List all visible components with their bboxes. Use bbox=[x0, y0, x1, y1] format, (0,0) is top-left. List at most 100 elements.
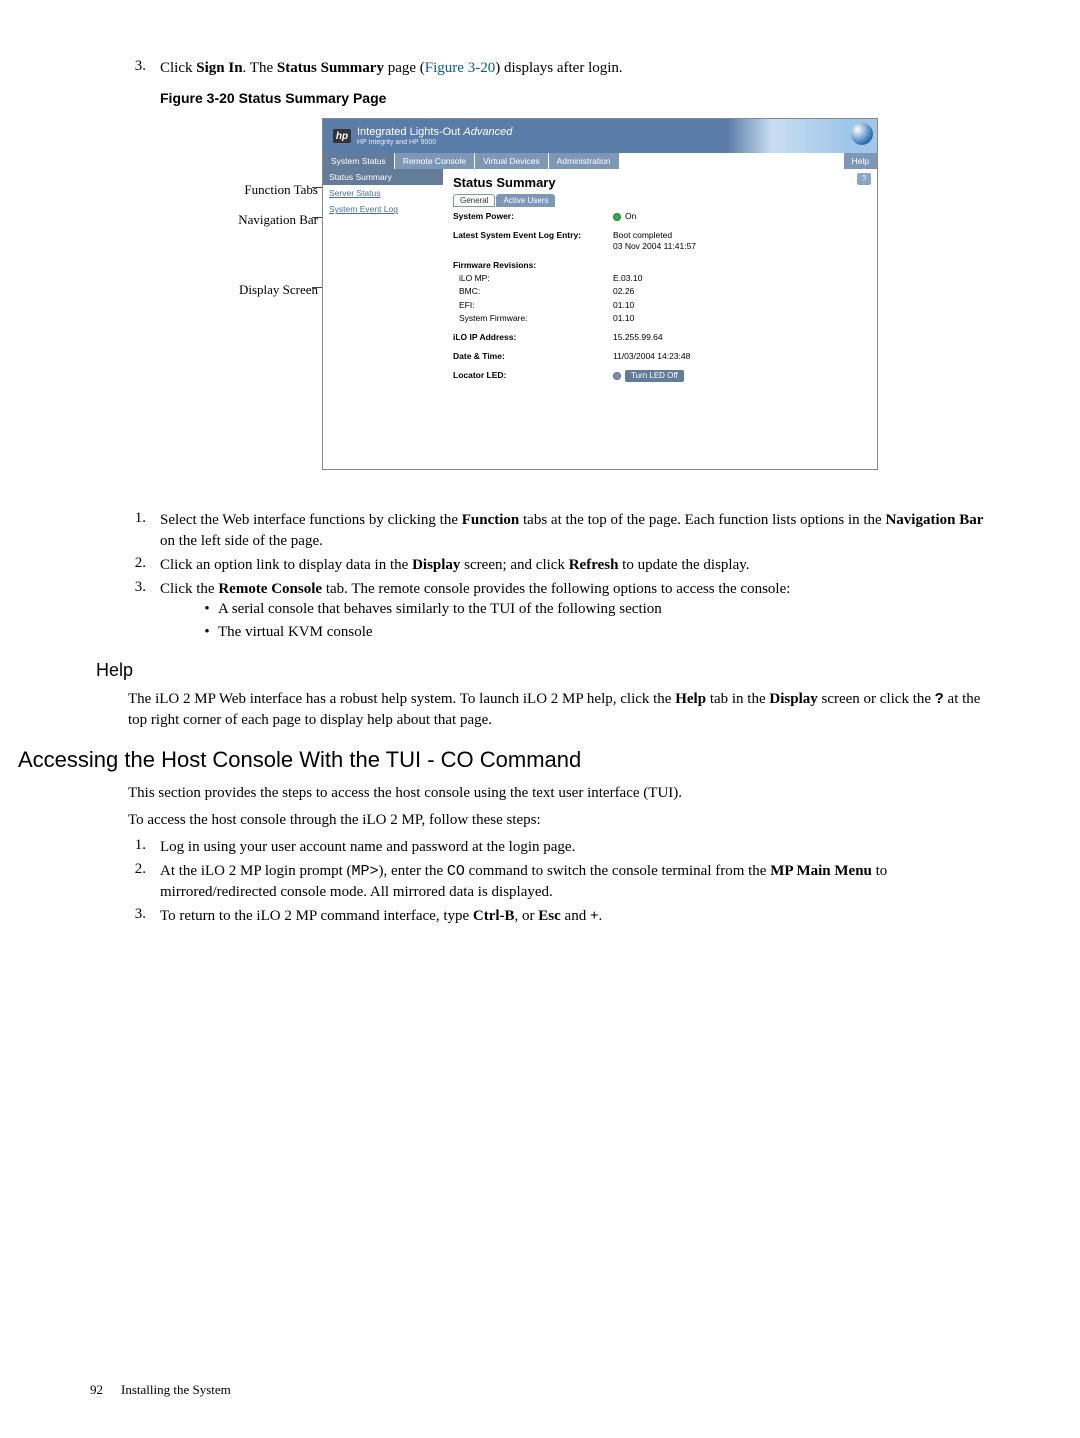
sub-list: •A serial console that behaves similarly… bbox=[196, 599, 990, 642]
bullet-icon: • bbox=[196, 599, 218, 619]
value: E.03.10 bbox=[613, 273, 867, 284]
help-icon[interactable]: ? bbox=[857, 173, 871, 185]
label: iLO IP Address: bbox=[453, 332, 613, 343]
turn-led-off-button[interactable]: Turn LED Off bbox=[625, 370, 684, 382]
value: Boot completed03 Nov 2004 11:41:57 bbox=[613, 230, 867, 252]
text: Integrated Lights-Out bbox=[357, 126, 463, 138]
section-para-1: This section provides the steps to acces… bbox=[128, 783, 990, 804]
step-body: Log in using your user account name and … bbox=[160, 837, 990, 857]
row-ip: iLO IP Address:15.255.99.64 bbox=[453, 332, 867, 343]
step-body: Click an option link to display data in … bbox=[160, 555, 990, 575]
step-3-signin: 3. Click Sign In. The Status Summary pag… bbox=[128, 58, 990, 78]
step-body: Click Sign In. The Status Summary page (… bbox=[160, 58, 990, 78]
subtab-general[interactable]: General bbox=[453, 194, 495, 207]
text: to update the display. bbox=[618, 557, 749, 573]
text: command to switch the console terminal f… bbox=[465, 863, 770, 879]
text: , or bbox=[515, 908, 539, 924]
figure-callouts: Function Tabs Navigation Bar Display Scr… bbox=[188, 118, 318, 302]
step-body: Click the Remote Console tab. The remote… bbox=[160, 579, 990, 644]
step-c-3: 3. To return to the iLO 2 MP command int… bbox=[128, 906, 990, 926]
text: Boot completed bbox=[613, 230, 672, 240]
row-fw-mp: iLO MP:E.03.10 bbox=[453, 273, 867, 284]
text: . The bbox=[243, 60, 277, 76]
text: Click an option link to display data in … bbox=[160, 557, 412, 573]
navigation-bar: Status Summary Server Status System Even… bbox=[323, 169, 443, 469]
step-number: 1. bbox=[128, 510, 160, 551]
step-number: 3. bbox=[128, 58, 160, 78]
banner-art bbox=[727, 119, 877, 153]
page-number: 92 bbox=[90, 1382, 103, 1397]
banner-subtitle: HP Integrity and HP 9000 bbox=[357, 139, 512, 146]
bold: Navigation Bar bbox=[885, 512, 983, 528]
footer-title: Installing the System bbox=[121, 1382, 231, 1397]
bold: MP Main Menu bbox=[770, 863, 872, 879]
tab-virtual-devices[interactable]: Virtual Devices bbox=[475, 153, 548, 169]
text: . bbox=[599, 908, 603, 924]
display-screen: ? Status Summary General Active Users Sy… bbox=[443, 169, 877, 469]
text: At the iLO 2 MP login prompt ( bbox=[160, 863, 352, 879]
text: ) displays after login. bbox=[495, 60, 622, 76]
text: on the left side of the page. bbox=[160, 533, 323, 549]
tab-help[interactable]: Help bbox=[844, 153, 877, 169]
body-area: Status Summary Server Status System Even… bbox=[323, 169, 877, 469]
figure-caption: Figure 3-20 Status Summary Page bbox=[160, 90, 990, 106]
section-heading: Accessing the Host Console With the TUI … bbox=[18, 747, 990, 773]
bullet-item: •A serial console that behaves similarly… bbox=[196, 599, 990, 619]
section-para-2: To access the host console through the i… bbox=[128, 810, 990, 831]
row-datetime: Date & Time:11/03/2004 14:23:48 bbox=[453, 351, 867, 362]
value: 01.10 bbox=[613, 313, 867, 324]
value: 11/03/2004 14:23:48 bbox=[613, 351, 867, 362]
label: System Power: bbox=[453, 211, 613, 222]
text: tab. The remote console provides the fol… bbox=[322, 581, 790, 597]
banner-title: Integrated Lights-Out Advanced HP Integr… bbox=[357, 126, 512, 146]
row-fw-header: Firmware Revisions: bbox=[453, 260, 867, 271]
value: On bbox=[613, 211, 867, 222]
bold: Esc bbox=[538, 908, 561, 924]
banner: hp Integrated Lights-Out Advanced HP Int… bbox=[323, 119, 877, 153]
step-number: 3. bbox=[128, 579, 160, 644]
callout-function-tabs: Function Tabs bbox=[188, 182, 318, 202]
text: The iLO 2 MP Web interface has a robust … bbox=[128, 691, 675, 707]
figure-link[interactable]: Figure 3-20 bbox=[425, 60, 495, 76]
nav-system-event-log[interactable]: System Event Log bbox=[323, 201, 443, 217]
callout-display-screen: Display Screen bbox=[188, 282, 318, 302]
row-fw-sys: System Firmware:01.10 bbox=[453, 313, 867, 324]
nav-server-status[interactable]: Server Status bbox=[323, 185, 443, 201]
step-number: 2. bbox=[128, 555, 160, 575]
text: To return to the iLO 2 MP command interf… bbox=[160, 908, 473, 924]
callout-line bbox=[312, 287, 322, 288]
subtab-active-users[interactable]: Active Users bbox=[496, 194, 555, 207]
display-title: Status Summary bbox=[453, 175, 867, 190]
row-last-log: Latest System Event Log Entry:Boot compl… bbox=[453, 230, 867, 252]
bullet-item: •The virtual KVM console bbox=[196, 622, 990, 642]
label: Date & Time: bbox=[453, 351, 613, 362]
mono: CO bbox=[447, 863, 465, 880]
value: Turn LED Off bbox=[613, 370, 867, 382]
help-heading: Help bbox=[96, 660, 990, 681]
text: Click bbox=[160, 60, 196, 76]
tab-remote-console[interactable]: Remote Console bbox=[395, 153, 474, 169]
bold: + bbox=[590, 908, 599, 924]
figure-3-20: Function Tabs Navigation Bar Display Scr… bbox=[188, 118, 878, 470]
mono: MP> bbox=[352, 863, 379, 880]
text: and bbox=[561, 908, 590, 924]
hp-logo-icon: hp bbox=[333, 129, 351, 143]
row-fw-bmc: BMC:02.26 bbox=[453, 286, 867, 297]
bold: Status Summary bbox=[277, 60, 384, 76]
bold: Remote Console bbox=[218, 581, 322, 597]
ilo-screenshot: hp Integrated Lights-Out Advanced HP Int… bbox=[322, 118, 878, 470]
nav-status-summary[interactable]: Status Summary bbox=[323, 169, 443, 185]
bold: Function bbox=[462, 512, 520, 528]
banner-title-main: Integrated Lights-Out Advanced bbox=[357, 126, 512, 138]
label: Latest System Event Log Entry: bbox=[453, 230, 613, 252]
text: tabs at the top of the page. Each functi… bbox=[519, 512, 885, 528]
bold: Refresh bbox=[569, 557, 619, 573]
bold: Help bbox=[675, 691, 706, 707]
label: System Firmware: bbox=[453, 313, 613, 324]
step-c-1: 1. Log in using your user account name a… bbox=[128, 837, 990, 857]
tab-system-status[interactable]: System Status bbox=[323, 153, 394, 169]
step-number: 3. bbox=[128, 906, 160, 926]
help-paragraph: The iLO 2 MP Web interface has a robust … bbox=[128, 689, 990, 731]
sub-tabs: General Active Users bbox=[453, 194, 867, 207]
tab-administration[interactable]: Administration bbox=[549, 153, 619, 169]
